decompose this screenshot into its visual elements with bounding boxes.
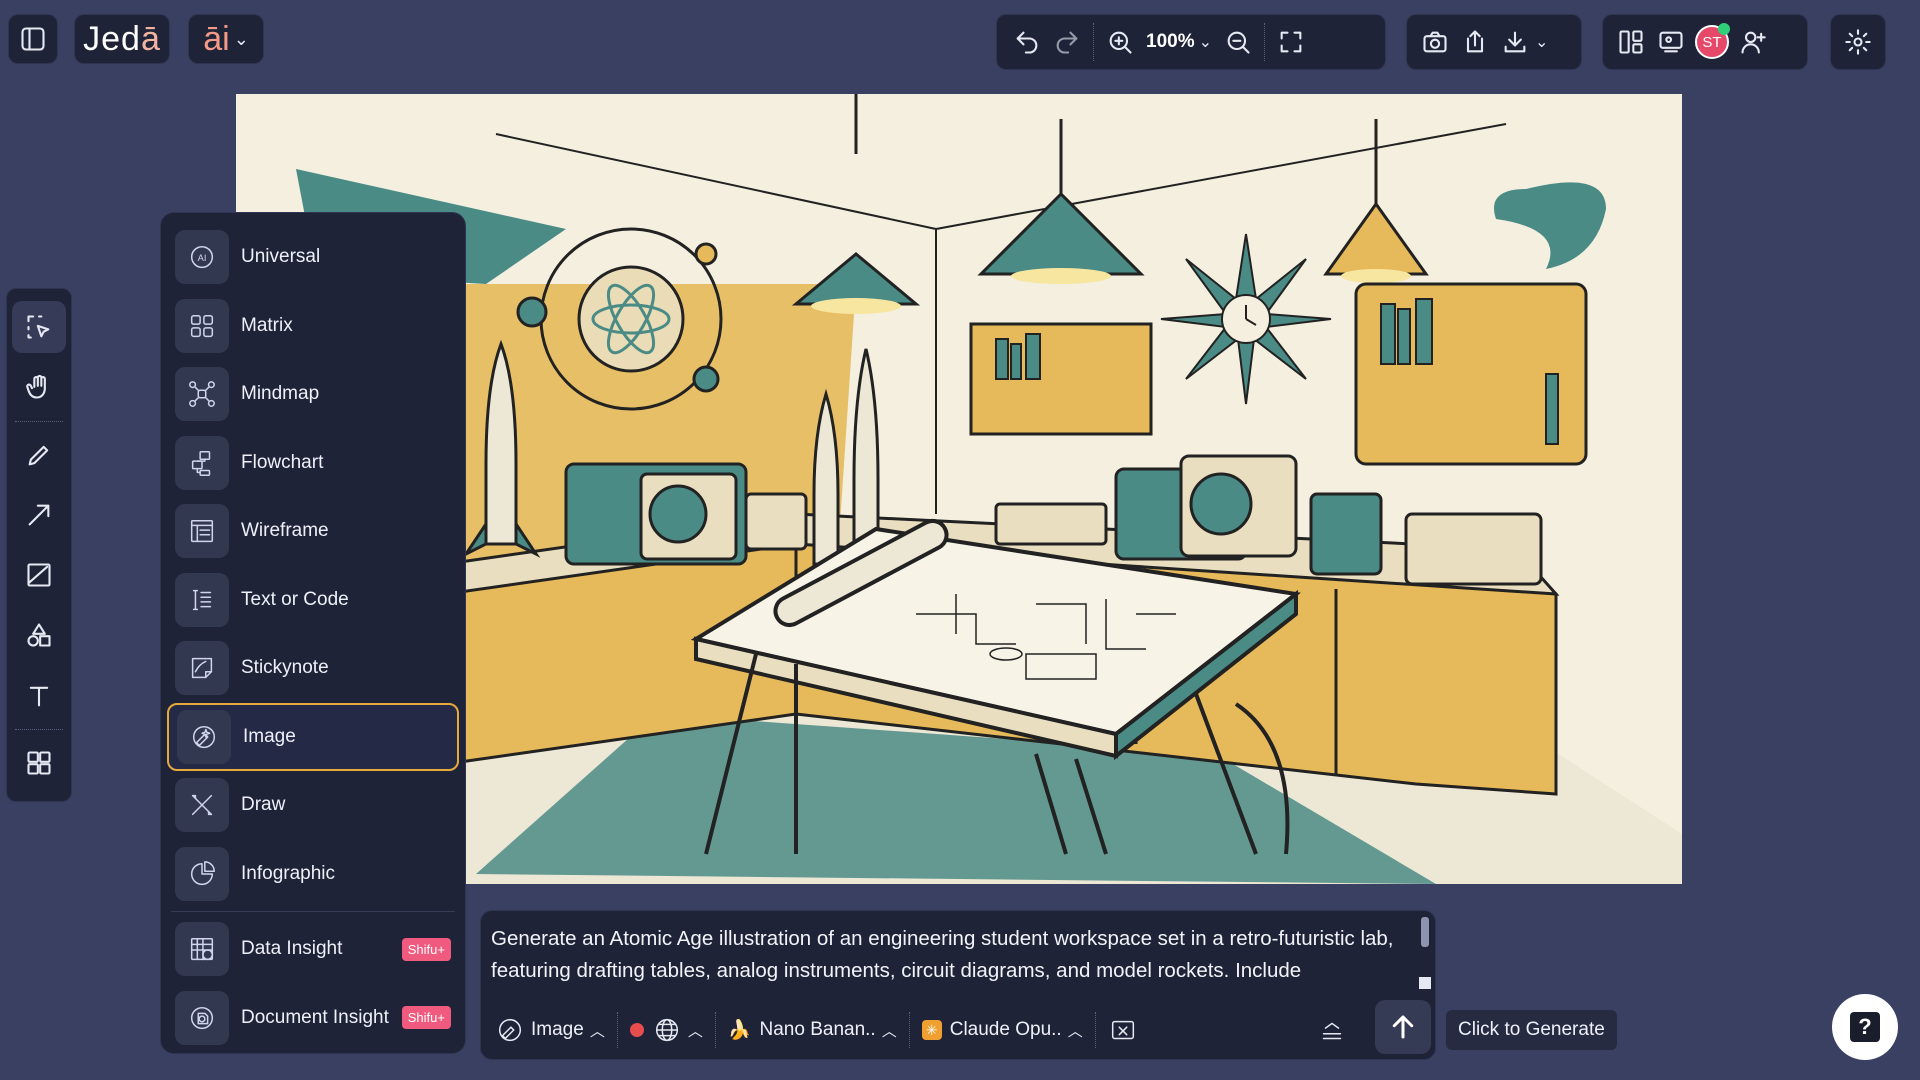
chevron-down-icon[interactable]: ⌄ [1535, 32, 1548, 52]
camera-icon[interactable] [1415, 22, 1455, 62]
redo-icon[interactable] [1047, 22, 1087, 62]
help-button[interactable]: ? [1832, 994, 1898, 1060]
tool-rail [6, 288, 72, 802]
menu-item-document-insight[interactable]: Document Insight Shifu+ [167, 984, 459, 1053]
online-status-dot [1718, 23, 1730, 35]
menu-item-stickynote[interactable]: Stickynote [167, 634, 459, 703]
claude-logo-icon: ✳ [921, 1020, 942, 1040]
wireframe-icon [175, 504, 229, 559]
ai-generation-type-menu: AI Universal Matrix Mindmap Flowchart Wi… [160, 212, 466, 1054]
settings-button[interactable] [1830, 14, 1886, 70]
help-question-icon: ? [1850, 1012, 1880, 1042]
canvas-context-button[interactable] [1102, 1007, 1144, 1053]
chevron-up-icon: ︿ [1067, 1022, 1083, 1040]
history-zoom-toolbar: 100% ⌄ [996, 14, 1386, 70]
menu-item-mindmap[interactable]: Mindmap [167, 360, 459, 429]
shapes-tool-icon[interactable] [12, 609, 66, 661]
add-user-icon[interactable] [1733, 22, 1773, 62]
mindmap-icon [175, 367, 229, 422]
zoom-level-dropdown[interactable]: 100% [1146, 31, 1195, 53]
menu-item-flowchart[interactable]: Flowchart [167, 429, 459, 498]
collaboration-toolbar: ST [1602, 14, 1808, 70]
fit-screen-icon[interactable] [1271, 22, 1311, 62]
image-tool-icon[interactable] [12, 549, 66, 601]
stickynote-icon [175, 641, 229, 696]
components-grid-icon[interactable] [12, 737, 66, 789]
menu-item-infographic[interactable]: Infographic [167, 840, 459, 909]
matrix-icon [175, 298, 229, 353]
menu-item-matrix[interactable]: Matrix [167, 292, 459, 361]
share-upload-icon[interactable] [1455, 22, 1495, 62]
chevron-up-icon: ︿ [687, 1022, 703, 1040]
menu-item-text-or-code[interactable]: Text or Code [167, 566, 459, 635]
pie-chart-icon [175, 846, 229, 901]
premium-badge: Shifu+ [401, 1006, 451, 1030]
export-toolbar: ⌄ [1406, 14, 1582, 70]
data-insight-icon [175, 922, 229, 977]
collapse-lines-icon [1322, 1022, 1342, 1040]
premium-badge: Shifu+ [401, 937, 451, 961]
chevron-up-icon: ︿ [589, 1022, 605, 1040]
ai-mode-dropdown[interactable]: āi ⌄ [188, 14, 264, 64]
text-code-icon [175, 572, 229, 627]
prompt-panel: Generate an Atomic Age illustration of a… [480, 910, 1436, 1060]
generation-mode-dropdown[interactable]: Image ︿ [489, 1007, 611, 1053]
pencil-tool-icon[interactable] [12, 429, 66, 481]
arrow-tool-icon[interactable] [12, 489, 66, 541]
prompt-controls: Image ︿ ︿ 🍌 Nano Banan.. ︿ ✳ Claude Opu.… [489, 1007, 1425, 1053]
menu-item-universal[interactable]: AI Universal [167, 223, 459, 292]
hand-tool-icon[interactable] [12, 361, 66, 413]
menu-item-image[interactable]: Image [167, 702, 459, 771]
menu-item-draw[interactable]: Draw [167, 771, 459, 840]
image-model-dropdown[interactable]: 🍌 Nano Banan.. ︿ [722, 1007, 903, 1053]
chevron-down-icon: ⌄ [233, 28, 249, 49]
web-search-toggle[interactable]: ︿ [624, 1007, 709, 1053]
text-model-dropdown[interactable]: ✳ Claude Opu.. ︿ [916, 1007, 1089, 1053]
chevron-up-icon: ︿ [881, 1022, 897, 1040]
menu-item-wireframe[interactable]: Wireframe [167, 497, 459, 566]
generate-button[interactable] [1375, 1000, 1431, 1054]
undo-icon[interactable] [1007, 22, 1047, 62]
chevron-down-icon[interactable]: ⌄ [1199, 32, 1212, 52]
arrow-up-icon [1392, 1015, 1414, 1039]
zoom-out-icon[interactable] [1218, 22, 1258, 62]
image-generate-icon [177, 709, 231, 764]
text-tool-icon[interactable] [12, 670, 66, 722]
menu-item-data-insight[interactable]: Data Insight Shifu+ [167, 915, 459, 984]
collapse-prompt-button[interactable] [1311, 1007, 1353, 1053]
avatar[interactable]: ST [1695, 23, 1730, 59]
download-icon[interactable] [1495, 22, 1535, 62]
universal-ai-icon: AI [175, 230, 229, 285]
sidebar-toggle-button[interactable] [8, 14, 58, 64]
globe-icon [655, 1018, 678, 1042]
record-dot-icon [629, 1023, 644, 1037]
banana-icon: 🍌 [727, 1020, 752, 1041]
present-icon[interactable] [1651, 22, 1691, 62]
prompt-scrollbar[interactable] [1421, 917, 1429, 947]
app-logo: Jed ā [74, 14, 170, 64]
document-insight-icon [175, 990, 229, 1045]
sidebar-panel-icon [13, 19, 53, 59]
gear-icon [1838, 22, 1878, 62]
select-tool-icon[interactable] [12, 301, 66, 354]
flowchart-icon [175, 435, 229, 490]
zoom-in-icon[interactable] [1100, 22, 1140, 62]
prompt-input[interactable]: Generate an Atomic Age illustration of a… [491, 923, 1413, 993]
canvas-selection-icon [1111, 1020, 1134, 1040]
draw-icon [175, 778, 229, 833]
svg-text:AI: AI [198, 253, 207, 263]
image-generate-icon [498, 1018, 522, 1042]
generate-tooltip: Click to Generate [1446, 1010, 1617, 1050]
layout-panels-icon[interactable] [1611, 22, 1651, 62]
resize-handle-icon[interactable] [1419, 977, 1431, 989]
